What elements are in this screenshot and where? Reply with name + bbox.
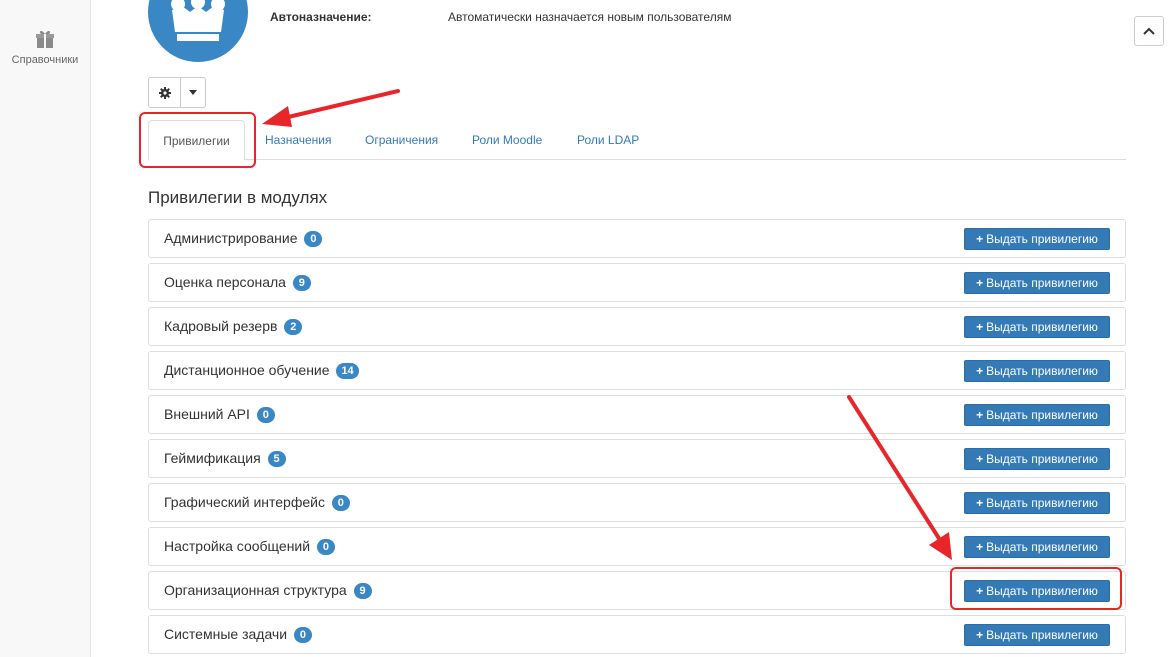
grant-label: Выдать привилегию (986, 320, 1098, 334)
count-badge: 5 (267, 451, 286, 467)
tab-ldap-roles[interactable]: Роли LDAP (577, 120, 639, 160)
gear-icon (158, 86, 171, 99)
caret-down-icon (189, 90, 197, 95)
plus-icon: + (976, 452, 984, 466)
module-name: Геймификация (164, 450, 261, 466)
grant-privilege-button[interactable]: + Выдать привилегию (964, 536, 1110, 558)
count-badge: 2 (284, 319, 303, 335)
role-tabs: Привилегии Назначения Ограничения Роли M… (148, 120, 1126, 161)
module-title: Кадровый резерв 2 (164, 308, 303, 345)
module-title: Системные задачи 0 (164, 616, 312, 653)
module-name: Администрирование (164, 230, 298, 246)
count-badge: 0 (256, 407, 275, 423)
annotation-highlight-tab (139, 112, 256, 168)
module-name: Графический интерфейс (164, 494, 325, 510)
module-row: Системные задачи 0 + Выдать привилегию (148, 615, 1126, 654)
grant-label: Выдать привилегию (986, 496, 1098, 510)
module-title: Организационная структура 9 (164, 572, 372, 609)
grant-label: Выдать привилегию (986, 364, 1098, 378)
grant-label: Выдать привилегию (986, 276, 1098, 290)
plus-icon: + (976, 276, 984, 290)
grant-label: Выдать привилегию (986, 232, 1098, 246)
plus-icon: + (976, 628, 984, 642)
left-sidebar: Справочники (0, 0, 91, 657)
plus-icon: + (976, 408, 984, 422)
count-badge: 0 (304, 231, 323, 247)
module-title: Геймификация 5 (164, 440, 286, 477)
module-title: Настройка сообщений 0 (164, 528, 335, 565)
module-name: Организационная структура (164, 582, 347, 598)
autoassign-value: Автоматически назначается новым пользова… (448, 10, 732, 24)
crown-icon (171, 0, 225, 41)
dropdown-toggle-button[interactable] (181, 77, 206, 108)
module-row: Настройка сообщений 0 + Выдать привилегию (148, 527, 1126, 566)
grant-privilege-button[interactable]: + Выдать привилегию (964, 360, 1110, 382)
grant-privilege-button[interactable]: + Выдать привилегию (964, 624, 1110, 646)
module-title: Графический интерфейс 0 (164, 484, 350, 521)
module-row: Администрирование 0 + Выдать привилегию (148, 219, 1126, 258)
grant-privilege-button[interactable]: + Выдать привилегию (964, 492, 1110, 514)
tab-assignments[interactable]: Назначения (265, 120, 332, 160)
module-row: Графический интерфейс 0 + Выдать привилег… (148, 483, 1126, 522)
plus-icon: + (976, 232, 984, 246)
plus-icon: + (976, 364, 984, 378)
annotation-highlight-button (950, 567, 1122, 610)
plus-icon: + (976, 496, 984, 510)
tab-restrictions[interactable]: Ограничения (365, 120, 438, 160)
plus-icon: + (976, 540, 984, 554)
grant-label: Выдать привилегию (986, 408, 1098, 422)
grant-privilege-button[interactable]: + Выдать привилегию (964, 272, 1110, 294)
grant-privilege-button[interactable]: + Выдать привилегию (964, 404, 1110, 426)
count-badge: 0 (331, 495, 350, 511)
chevron-up-icon (1143, 27, 1155, 35)
module-row: Оценка персонала 9 + Выдать привилегию (148, 263, 1126, 302)
module-name: Настройка сообщений (164, 538, 311, 554)
module-row: Кадровый резерв 2 + Выдать привилегию (148, 307, 1126, 346)
sidebar-item-references[interactable]: Справочники (0, 28, 90, 66)
module-title: Администрирование 0 (164, 220, 323, 257)
count-badge: 9 (292, 275, 311, 291)
module-title: Дистанционное обучение 14 (164, 352, 359, 389)
module-title: Внешний API 0 (164, 396, 275, 433)
module-row: Внешний API 0 + Выдать привилегию (148, 395, 1126, 434)
settings-button[interactable] (148, 77, 181, 108)
module-name: Внешний API (164, 406, 250, 422)
grant-privilege-button[interactable]: + Выдать привилегию (964, 228, 1110, 250)
grant-privilege-button[interactable]: + Выдать привилегию (964, 316, 1110, 338)
grant-label: Выдать привилегию (986, 540, 1098, 554)
grant-label: Выдать привилегию (986, 452, 1098, 466)
grant-label: Выдать привилегию (986, 628, 1098, 642)
module-row: Дистанционное обучение 14 + Выдать привил… (148, 351, 1126, 390)
gift-icon (36, 30, 54, 48)
scroll-top-button[interactable] (1134, 16, 1164, 46)
count-badge: 9 (353, 583, 372, 599)
module-name: Дистанционное обучение (164, 362, 330, 378)
sidebar-item-label: Справочники (11, 54, 79, 66)
module-row: Геймификация 5 + Выдать привилегию (148, 439, 1126, 478)
autoassign-label: Автоназначение: (270, 10, 372, 24)
count-badge: 14 (336, 363, 359, 379)
module-title: Оценка персонала 9 (164, 264, 311, 301)
plus-icon: + (976, 320, 984, 334)
count-badge: 0 (293, 627, 312, 643)
module-name: Оценка персонала (164, 274, 286, 290)
grant-privilege-button[interactable]: + Выдать привилегию (964, 448, 1110, 470)
section-title: Привилегии в модулях (148, 188, 328, 207)
module-name: Системные задачи (164, 626, 288, 642)
count-badge: 0 (316, 539, 335, 555)
module-name: Кадровый резерв (164, 318, 278, 334)
tab-moodle-roles[interactable]: Роли Moodle (472, 120, 542, 160)
actions-dropdown (148, 77, 206, 108)
role-avatar (148, 0, 248, 62)
